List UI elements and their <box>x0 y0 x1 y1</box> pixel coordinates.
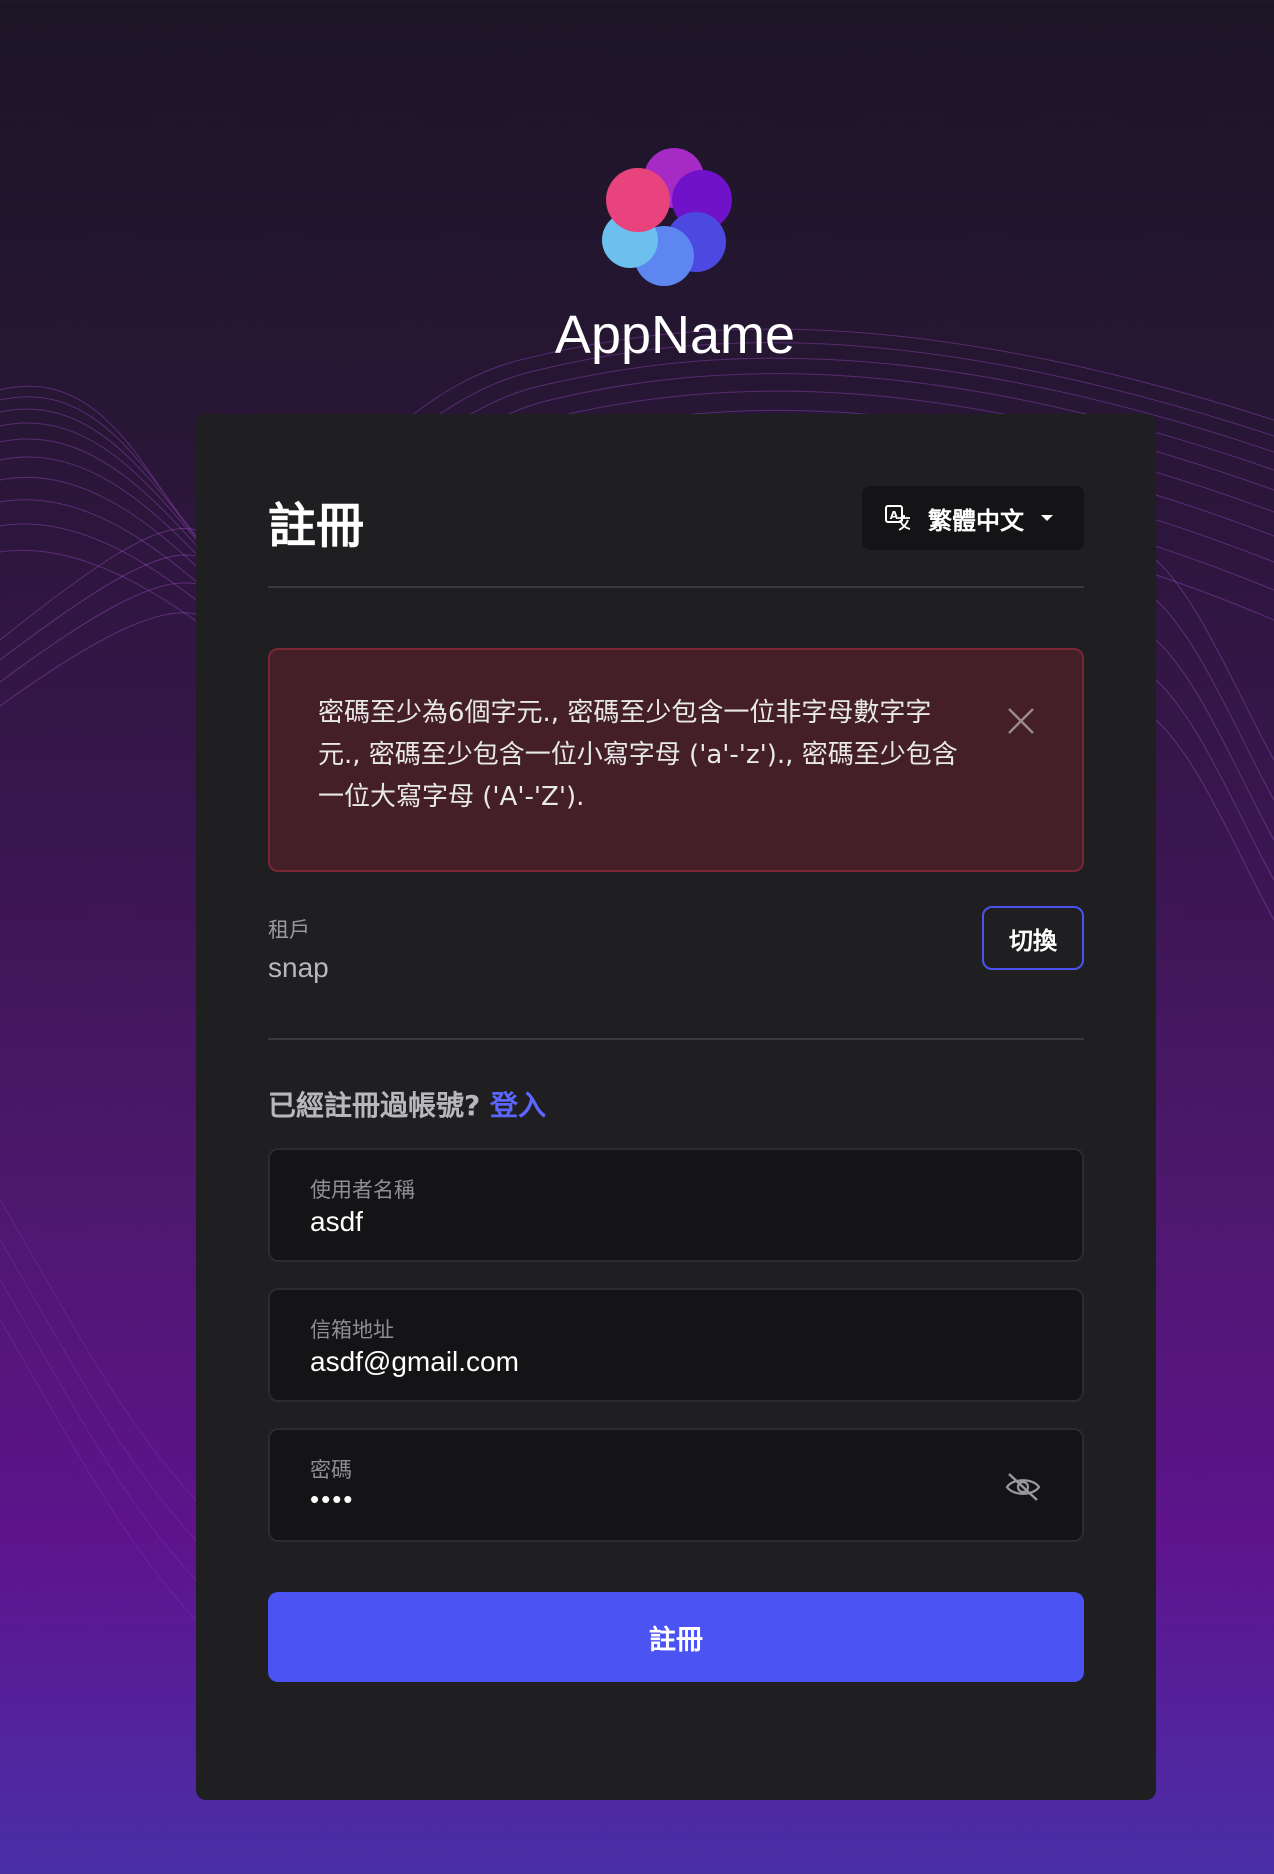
alert-message: 密碼至少為6個字元., 密碼至少包含一位非字母數字字元., 密碼至少包含一位小寫… <box>318 698 958 812</box>
page-title: 註冊 <box>268 498 365 554</box>
password-input[interactable]: •••• <box>310 1484 354 1515</box>
app-name: AppName <box>554 305 796 365</box>
switch-tenant-button[interactable]: 切換 <box>982 906 1084 970</box>
error-alert: 密碼至少為6個字元., 密碼至少包含一位非字母數字字元., 密碼至少包含一位小寫… <box>268 648 1084 872</box>
password-label: 密碼 <box>310 1458 352 1482</box>
tenant-value: snap <box>268 952 329 983</box>
register-button[interactable]: 註冊 <box>268 1592 1084 1682</box>
signin-prompt: 已經註冊過帳號? <box>268 1089 481 1122</box>
signin-prompt-row: 已經註冊過帳號? 登入 <box>268 1084 546 1124</box>
translate-icon: A <box>885 505 911 531</box>
username-label: 使用者名稱 <box>310 1178 415 1202</box>
svg-text:A: A <box>890 509 899 522</box>
close-icon[interactable] <box>1006 706 1036 736</box>
password-field[interactable]: 密碼 •••• <box>268 1428 1084 1542</box>
email-label: 信箱地址 <box>310 1318 394 1342</box>
divider <box>268 586 1084 588</box>
username-input[interactable]: asdf <box>310 1206 363 1238</box>
divider <box>268 1038 1084 1040</box>
signin-link[interactable]: 登入 <box>490 1089 546 1122</box>
language-label: 繁體中文 <box>928 506 1024 535</box>
username-field[interactable]: 使用者名稱 asdf <box>268 1148 1084 1262</box>
email-input[interactable]: asdf@gmail.com <box>310 1346 519 1378</box>
register-card: 註冊 A 繁體中文 密碼至少為6個字元., 密碼至少包含一位非字母數字字元., … <box>196 414 1156 1800</box>
language-selector[interactable]: A 繁體中文 <box>862 486 1084 550</box>
app-logo <box>602 148 732 286</box>
email-field[interactable]: 信箱地址 asdf@gmail.com <box>268 1288 1084 1402</box>
caret-down-icon <box>1041 515 1053 521</box>
eye-off-icon[interactable] <box>1004 1470 1042 1504</box>
tenant-label: 租戶 <box>268 918 310 942</box>
